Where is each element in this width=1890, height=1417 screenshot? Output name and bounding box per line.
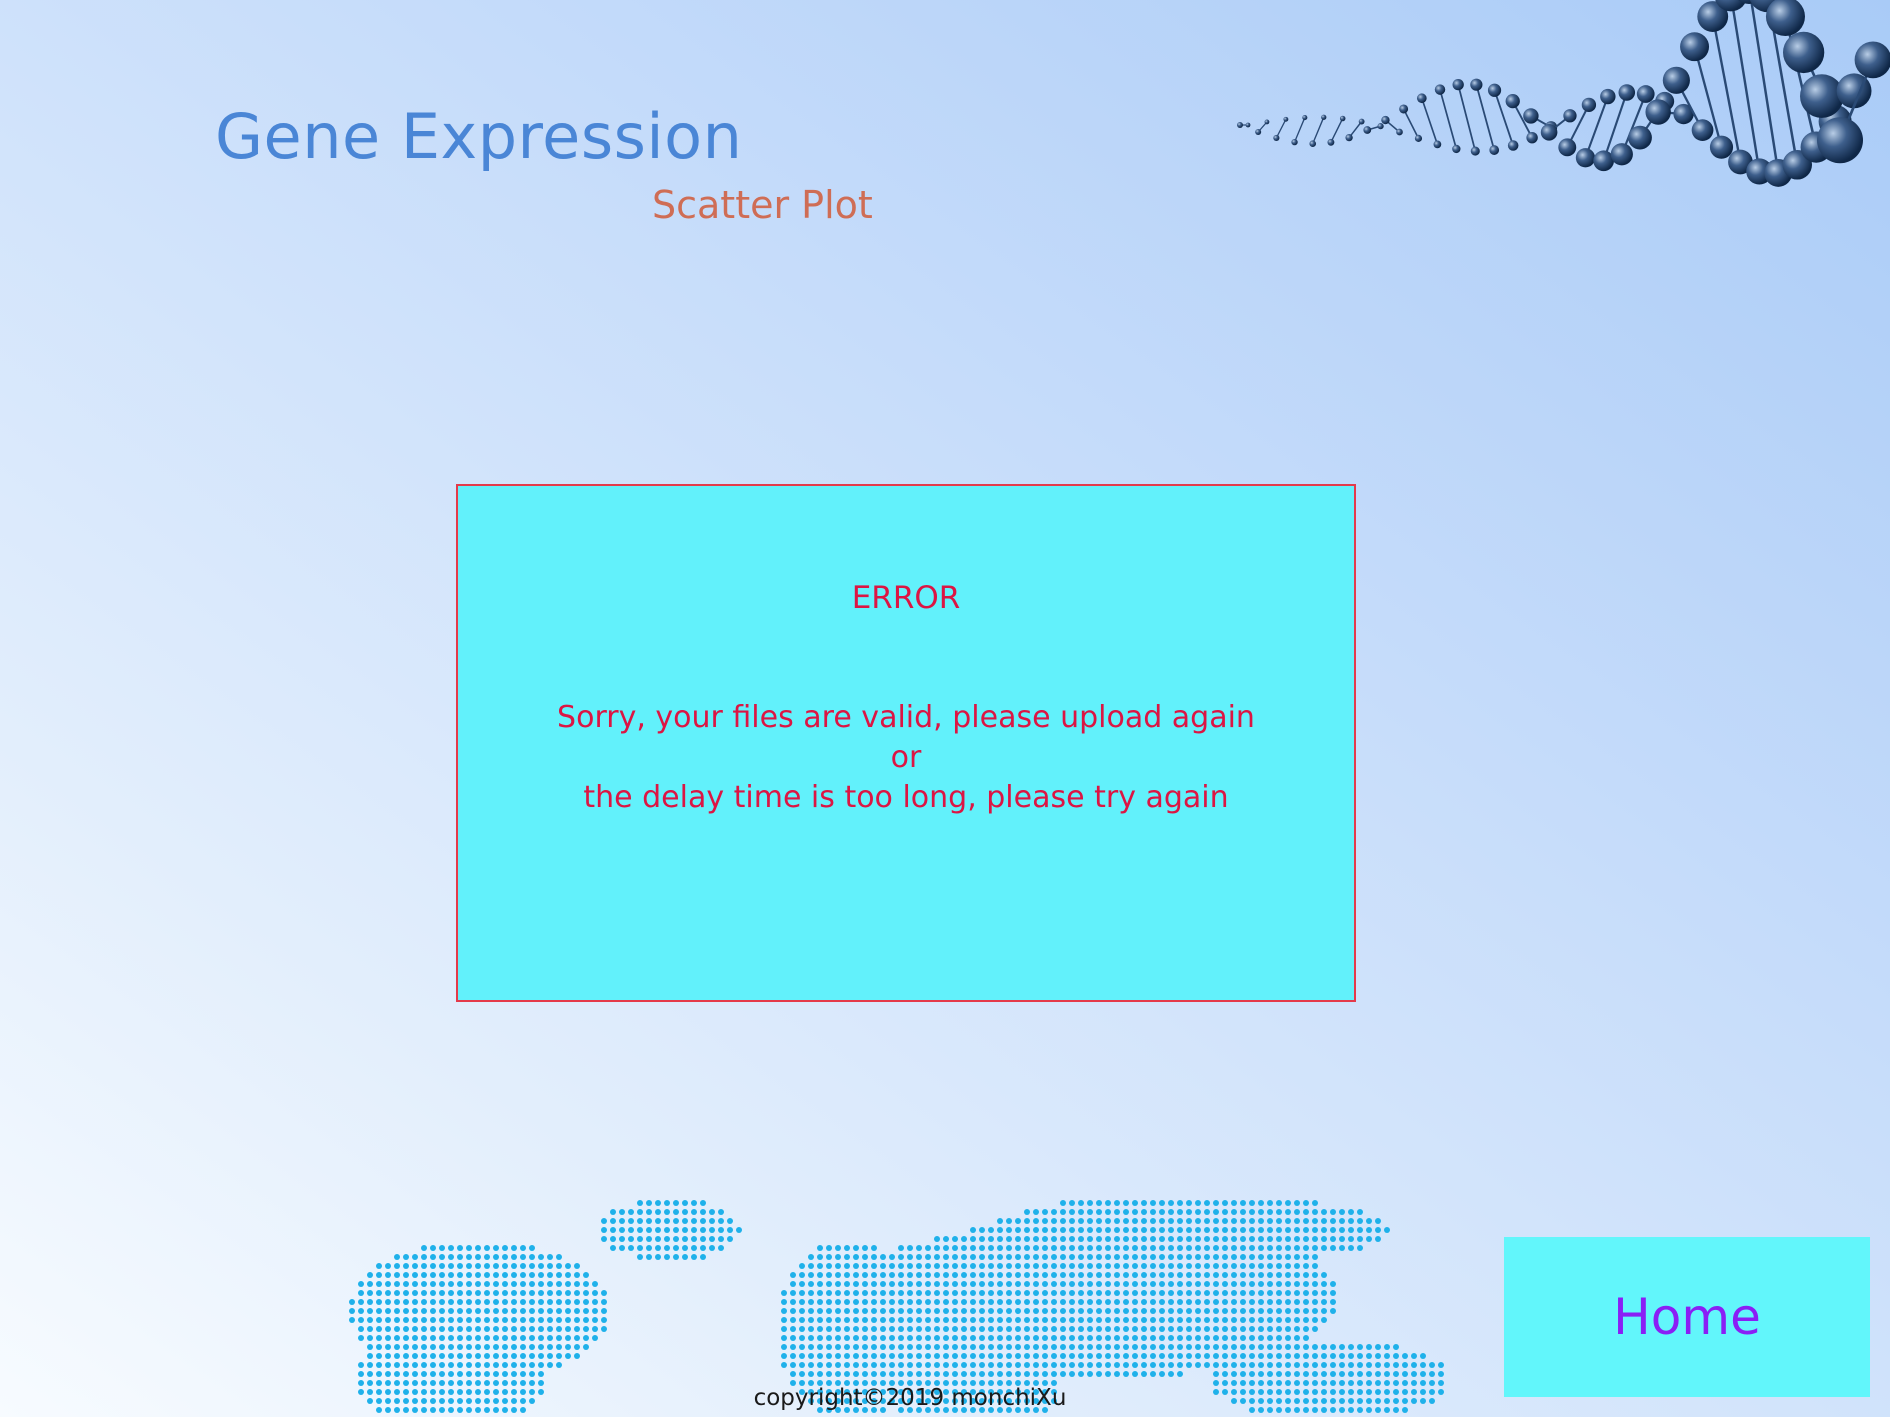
page-subtitle: Scatter Plot	[652, 183, 873, 227]
copyright-text: copyright©2019 monchiXu	[753, 1385, 1067, 1411]
error-title: ERROR	[851, 580, 961, 616]
error-panel: ERROR Sorry, your files are valid, pleas…	[456, 484, 1356, 1002]
error-message-or: or	[890, 740, 922, 775]
home-button-label: Home	[1613, 1288, 1761, 1346]
home-button[interactable]: Home	[1504, 1237, 1870, 1397]
error-message-line: Sorry, your files are valid, please uplo…	[557, 700, 1255, 735]
dotted-world-map-icon	[349, 1200, 1444, 1413]
error-message-line: the delay time is too long, please try a…	[583, 780, 1229, 815]
page-title: Gene Expression	[215, 100, 743, 173]
error-message: Sorry, your files are valid, please uplo…	[458, 698, 1354, 818]
dna-helix-icon	[1237, 0, 1890, 187]
